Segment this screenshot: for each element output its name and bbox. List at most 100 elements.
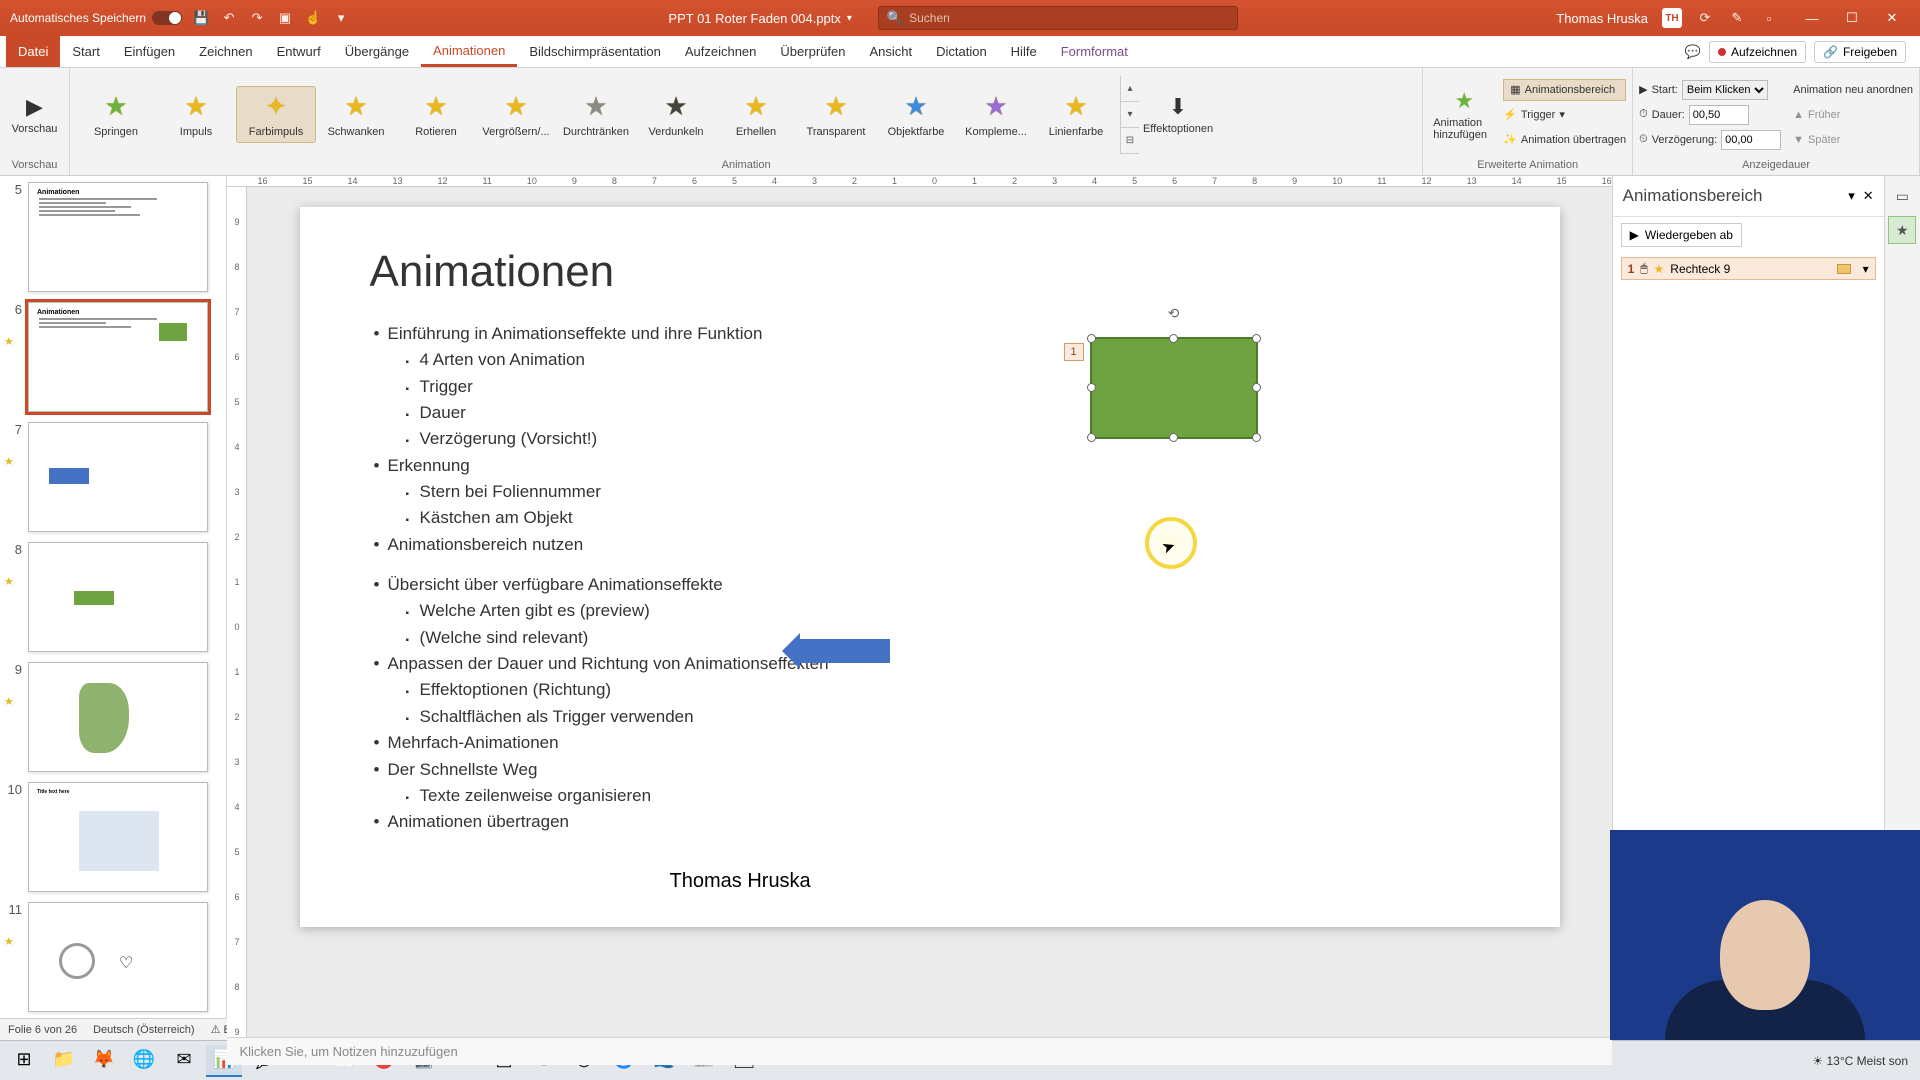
author-text[interactable]: Thomas Hruska xyxy=(670,870,811,893)
share-button[interactable]: 🔗Freigeben xyxy=(1814,41,1906,63)
qat-more-icon[interactable]: ▾ xyxy=(332,9,350,27)
animation-painter-button[interactable]: ✨Animation übertragen xyxy=(1503,129,1626,151)
effect-objectcolor[interactable]: ★Objektfarbe xyxy=(876,86,956,143)
user-avatar[interactable]: TH xyxy=(1662,8,1682,28)
effect-options-button[interactable]: ⬇Effektoptionen xyxy=(1143,90,1213,139)
close-button[interactable]: ✕ xyxy=(1872,0,1912,36)
resize-handle[interactable] xyxy=(1252,383,1261,392)
tab-file[interactable]: Datei xyxy=(6,36,60,67)
tab-review[interactable]: Überprüfen xyxy=(768,36,857,67)
rotate-handle-icon[interactable]: ⟲ xyxy=(1168,305,1180,322)
animation-tool-icon[interactable]: ★ xyxy=(1888,216,1916,244)
delay-input[interactable] xyxy=(1721,130,1781,150)
tab-dictation[interactable]: Dictation xyxy=(924,36,999,67)
pane-dropdown-icon[interactable]: ▾ xyxy=(1848,188,1855,203)
timing-bar[interactable] xyxy=(1837,264,1851,274)
title-chevron-icon[interactable]: ▾ xyxy=(847,13,852,24)
slide-thumb-9[interactable] xyxy=(28,662,208,772)
resize-handle[interactable] xyxy=(1169,334,1178,343)
maximize-button[interactable]: ☐ xyxy=(1832,0,1872,36)
tab-record[interactable]: Aufzeichnen xyxy=(673,36,769,67)
search-box[interactable]: 🔍 xyxy=(878,6,1238,30)
tab-help[interactable]: Hilfe xyxy=(999,36,1049,67)
touch-icon[interactable]: ☝ xyxy=(304,9,322,27)
explorer-icon[interactable]: 📁 xyxy=(46,1045,82,1077)
animation-order-badge[interactable]: 1 xyxy=(1064,343,1084,361)
effect-impuls[interactable]: ★Impuls xyxy=(156,86,236,143)
effect-linecolor[interactable]: ★Linienfarbe xyxy=(1036,86,1116,143)
slide-content[interactable]: Einführung in Animationseffekte und ihre… xyxy=(370,321,1490,836)
preview-button[interactable]: ▶Vorschau xyxy=(6,90,63,139)
chrome-icon[interactable]: 🌐 xyxy=(126,1045,162,1077)
tab-design[interactable]: Entwurf xyxy=(265,36,333,67)
user-name[interactable]: Thomas Hruska xyxy=(1556,11,1648,26)
slide-thumb-8[interactable] xyxy=(28,542,208,652)
effect-darken[interactable]: ★Verdunkeln xyxy=(636,86,716,143)
blue-arrow-shape[interactable] xyxy=(800,639,890,663)
save-icon[interactable]: 💾 xyxy=(192,9,210,27)
effect-springen[interactable]: ★Springen xyxy=(76,86,156,143)
tab-slideshow[interactable]: Bildschirmpräsentation xyxy=(517,36,673,67)
slide-thumb-10[interactable]: Title text here xyxy=(28,782,208,892)
start-button[interactable]: ⊞ xyxy=(6,1045,42,1077)
tab-transitions[interactable]: Übergänge xyxy=(333,36,421,67)
effect-rotieren[interactable]: ★Rotieren xyxy=(396,86,476,143)
animation-list-item[interactable]: 1 🖱 ★ Rechteck 9 ▾ xyxy=(1621,257,1876,280)
play-from-button[interactable]: ▶Wiedergeben ab xyxy=(1621,223,1742,247)
effect-transparent[interactable]: ★Transparent xyxy=(796,86,876,143)
notes-area[interactable]: Klicken Sie, um Notizen hinzuzufügen xyxy=(227,1037,1611,1065)
effect-farbimpuls[interactable]: ✦Farbimpuls xyxy=(236,86,316,143)
green-rectangle-shape[interactable]: 1 ⟲ xyxy=(1090,337,1258,439)
effect-complementary[interactable]: ★Kompleme... xyxy=(956,86,1036,143)
record-button[interactable]: Aufzeichnen xyxy=(1709,41,1806,63)
outlook-icon[interactable]: ✉ xyxy=(166,1045,202,1077)
effect-lighten[interactable]: ★Erhellen xyxy=(716,86,796,143)
resize-handle[interactable] xyxy=(1087,433,1096,442)
scroll-up-icon[interactable]: ▴ xyxy=(1121,76,1139,102)
undo-icon[interactable]: ↶ xyxy=(220,9,238,27)
weather-widget[interactable]: ☀ 13°C Meist son xyxy=(1812,1054,1908,1068)
tab-view[interactable]: Ansicht xyxy=(857,36,924,67)
scroll-down-icon[interactable]: ▾ xyxy=(1121,102,1139,128)
item-dropdown-icon[interactable]: ▾ xyxy=(1863,262,1869,276)
comments-icon[interactable]: 💬 xyxy=(1685,44,1701,60)
slide-thumb-7[interactable] xyxy=(28,422,208,532)
effect-schwanken[interactable]: ★Schwanken xyxy=(316,86,396,143)
autosave-toggle[interactable]: Automatisches Speichern xyxy=(10,11,182,25)
slide-counter[interactable]: Folie 6 von 26 xyxy=(8,1024,77,1036)
resize-handle[interactable] xyxy=(1252,334,1261,343)
animation-gallery[interactable]: ★Springen ★Impuls ✦Farbimpuls ★Schwanken… xyxy=(76,86,1116,143)
trigger-button[interactable]: ⚡Trigger▾ xyxy=(1503,104,1626,126)
minimize-button[interactable]: — xyxy=(1792,0,1832,36)
selection-tool-icon[interactable]: ▭ xyxy=(1888,182,1916,210)
sync-icon[interactable]: ⟳ xyxy=(1696,9,1714,27)
slide-canvas[interactable]: Animationen Einführung in Animationseffe… xyxy=(247,187,1611,1037)
redo-icon[interactable]: ↷ xyxy=(248,9,266,27)
effect-desaturate[interactable]: ★Durchtränken xyxy=(556,86,636,143)
tab-shape-format[interactable]: Formformat xyxy=(1049,36,1140,67)
slide[interactable]: Animationen Einführung in Animationseffe… xyxy=(300,207,1560,927)
resize-handle[interactable] xyxy=(1087,383,1096,392)
language-indicator[interactable]: Deutsch (Österreich) xyxy=(93,1024,194,1036)
tab-start[interactable]: Start xyxy=(60,36,111,67)
tab-draw[interactable]: Zeichnen xyxy=(187,36,264,67)
resize-handle[interactable] xyxy=(1087,334,1096,343)
duration-input[interactable] xyxy=(1689,105,1749,125)
slide-thumb-5[interactable]: Animationen xyxy=(28,182,208,292)
start-select[interactable]: Beim Klicken xyxy=(1682,80,1768,100)
autosave-switch-icon[interactable] xyxy=(152,11,182,25)
firefox-icon[interactable]: 🦊 xyxy=(86,1045,122,1077)
add-animation-button[interactable]: ★Animation hinzufügen xyxy=(1429,84,1499,145)
slide-thumb-6[interactable]: Animationen xyxy=(28,302,208,412)
draw-icon[interactable]: ✎ xyxy=(1728,9,1746,27)
gallery-scroll[interactable]: ▴▾⊟ xyxy=(1120,76,1139,154)
tab-animations[interactable]: Animationen xyxy=(421,36,517,67)
effect-grow[interactable]: ★Vergrößern/... xyxy=(476,86,556,143)
search-input[interactable] xyxy=(909,11,1229,25)
slide-thumb-11[interactable]: ♡ xyxy=(28,902,208,1012)
animation-pane-button[interactable]: ▦Animationsbereich xyxy=(1503,79,1626,101)
pane-close-icon[interactable]: ✕ xyxy=(1863,188,1874,203)
resize-handle[interactable] xyxy=(1169,433,1178,442)
slide-title[interactable]: Animationen xyxy=(370,247,1490,297)
tab-insert[interactable]: Einfügen xyxy=(112,36,187,67)
